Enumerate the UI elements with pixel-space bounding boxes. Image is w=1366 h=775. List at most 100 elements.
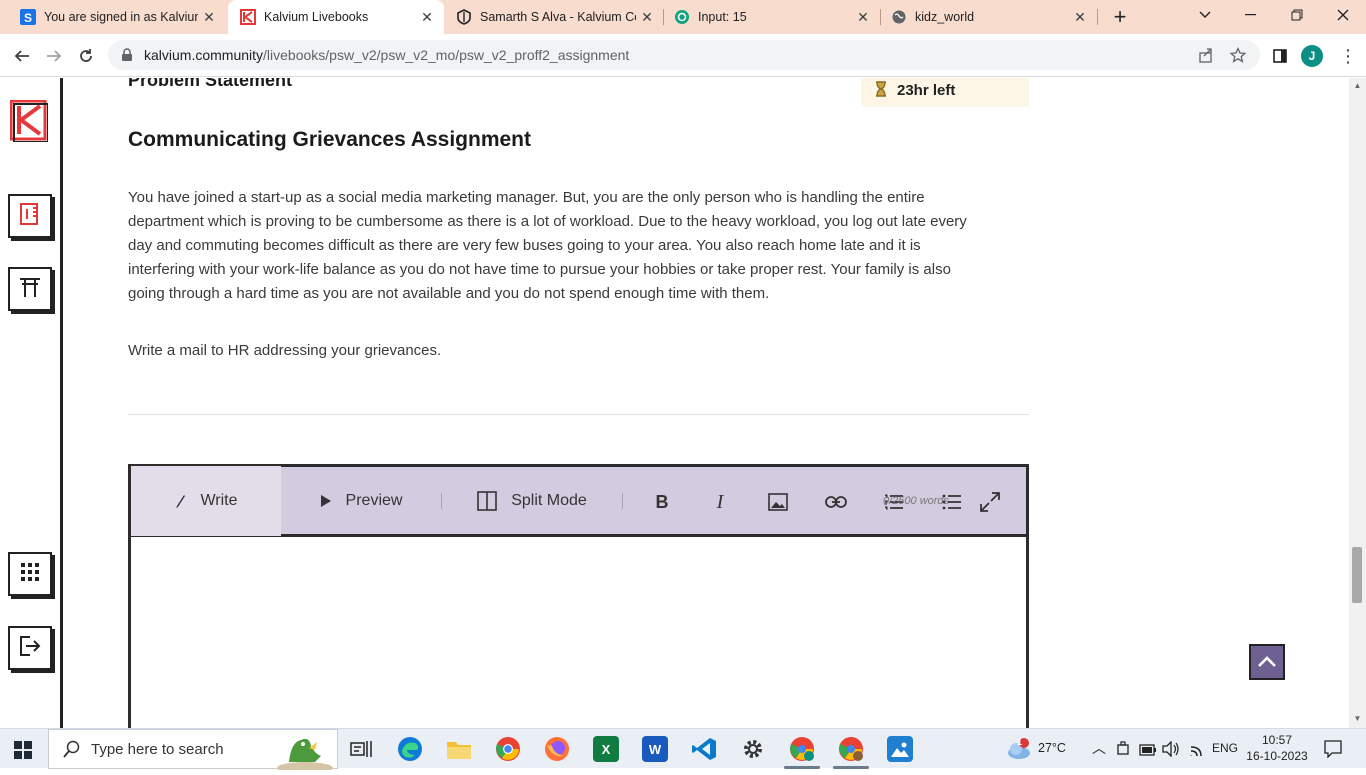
- kalvium-logo-icon: [240, 9, 256, 25]
- chrome-icon[interactable]: [495, 736, 521, 762]
- browser-tab-samarth[interactable]: Samarth S Alva - Kalvium Co ✕: [446, 0, 664, 34]
- taskbar-clock[interactable]: 10:57 16-10-2023: [1244, 732, 1310, 764]
- svg-text:S: S: [24, 11, 32, 25]
- chrome-profile-2-icon[interactable]: [838, 736, 864, 762]
- file-explorer-icon[interactable]: [446, 736, 472, 762]
- link-icon[interactable]: [825, 491, 847, 513]
- vscode-icon[interactable]: [691, 736, 717, 762]
- weather-alert-badge: 1: [1017, 737, 1023, 747]
- logout-icon: [18, 634, 42, 663]
- apps-nav-button[interactable]: [8, 552, 52, 596]
- answer-textarea[interactable]: [131, 540, 1026, 728]
- close-tab-icon[interactable]: ✕: [416, 9, 438, 26]
- markdown-editor: Write Preview Split Mode B I 0/2500 word…: [128, 464, 1029, 728]
- word-count: 0/2500 words: [883, 495, 950, 507]
- share-icon[interactable]: [1198, 47, 1214, 63]
- page-scrollbar[interactable]: ▲ ▼: [1349, 78, 1366, 728]
- gate-nav-button[interactable]: [8, 267, 52, 311]
- browser-tab-signed-in[interactable]: S You are signed in as Kalvium ✕: [0, 0, 226, 34]
- menu-kebab-icon[interactable]: ⋮: [1336, 44, 1360, 68]
- scroll-to-top-button[interactable]: [1249, 644, 1285, 680]
- edge-icon[interactable]: [397, 736, 423, 762]
- assignment-title: Communicating Grievances Assignment: [128, 128, 531, 151]
- image-icon[interactable]: [767, 491, 789, 513]
- windows-start-icon[interactable]: [14, 741, 32, 759]
- browser-tab-strip: S You are signed in as Kalvium ✕ Kalvium…: [0, 0, 1366, 34]
- italic-icon[interactable]: I: [709, 491, 731, 513]
- logout-nav-button[interactable]: [8, 626, 52, 670]
- fullscreen-icon[interactable]: [979, 491, 1001, 513]
- wifi-icon[interactable]: [1189, 743, 1205, 762]
- new-tab-button[interactable]: +: [1108, 4, 1132, 30]
- profile-avatar[interactable]: J: [1301, 45, 1323, 67]
- preview-tab[interactable]: Preview: [281, 466, 441, 536]
- forward-arrow-icon[interactable]: [42, 44, 66, 68]
- volume-icon[interactable]: [1162, 740, 1180, 762]
- battery-icon[interactable]: [1139, 743, 1157, 761]
- scroll-up-arrow[interactable]: ▲: [1349, 81, 1366, 90]
- globe-icon: [891, 9, 907, 25]
- split-mode-label: Split Mode: [511, 491, 587, 509]
- paragraph-line: day and commuting becomes difficult as t…: [128, 237, 921, 254]
- kalvium-logo[interactable]: [9, 99, 49, 143]
- clock-time: 10:57: [1261, 733, 1293, 747]
- notebook-icon: [18, 202, 42, 231]
- settings-gear-icon[interactable]: [740, 736, 766, 762]
- chevron-up-icon[interactable]: ︿: [1092, 738, 1106, 758]
- notification-icon[interactable]: [1324, 740, 1342, 763]
- restore-button[interactable]: [1274, 0, 1320, 30]
- reload-icon[interactable]: [74, 44, 98, 68]
- word-icon[interactable]: W: [642, 736, 668, 762]
- back-arrow-icon[interactable]: [10, 44, 34, 68]
- meet-now-icon[interactable]: [1116, 741, 1130, 762]
- split-columns-icon: [477, 490, 498, 511]
- weather-temperature[interactable]: 27°C: [1038, 741, 1066, 755]
- grid-icon: [19, 561, 41, 588]
- browser-tab-kidz-world[interactable]: kidz_world ✕: [881, 0, 1097, 34]
- search-icon: [63, 740, 81, 758]
- task-view-icon[interactable]: [348, 736, 374, 762]
- scroll-thumb[interactable]: [1352, 547, 1362, 603]
- bookmark-star-icon[interactable]: [1230, 47, 1246, 63]
- chrome-profile-j-icon[interactable]: [789, 736, 815, 762]
- torii-gate-icon: [18, 275, 42, 304]
- browser-tab-input[interactable]: Input: 15 ✕: [664, 0, 880, 34]
- split-mode-tab[interactable]: Split Mode: [442, 466, 622, 536]
- clock-date: 16-10-2023: [1246, 749, 1308, 763]
- language-indicator[interactable]: ENG: [1212, 741, 1238, 755]
- livebook-nav-button[interactable]: [8, 194, 52, 238]
- close-window-button[interactable]: [1320, 0, 1366, 30]
- close-tab-icon[interactable]: ✕: [636, 9, 658, 26]
- unordered-list-icon[interactable]: [941, 491, 963, 513]
- time-left-badge: 23hr left: [861, 78, 1029, 107]
- hourglass-icon: [875, 81, 887, 100]
- tab-title: You are signed in as Kalvium: [44, 10, 198, 24]
- pencil-icon: [174, 494, 186, 508]
- browser-toolbar: kalvium.community/livebooks/psw_v2/psw_v…: [0, 34, 1366, 77]
- chatgpt-icon: [674, 9, 690, 25]
- url-text: kalvium.community/livebooks/psw_v2/psw_v…: [144, 47, 630, 63]
- tab-search-icon[interactable]: [1182, 0, 1228, 30]
- close-tab-icon[interactable]: ✕: [1069, 9, 1091, 26]
- minimize-button[interactable]: [1228, 0, 1274, 30]
- address-bar[interactable]: kalvium.community/livebooks/psw_v2/psw_v…: [108, 40, 1260, 70]
- browser-tab-livebooks[interactable]: Kalvium Livebooks ✕: [228, 0, 444, 34]
- bold-icon[interactable]: B: [651, 491, 673, 513]
- close-tab-icon[interactable]: ✕: [198, 9, 220, 26]
- taskbar-search-box[interactable]: Type here to search: [48, 729, 338, 774]
- windows-taskbar: Type here to search X W 1 27°C ︿ ENG 10:…: [0, 728, 1366, 774]
- dragon-search-highlight-icon: [275, 732, 335, 775]
- photos-app-icon[interactable]: [887, 736, 913, 762]
- paragraph-line: department which is proving to be cumber…: [128, 213, 967, 230]
- close-tab-icon[interactable]: ✕: [852, 9, 874, 26]
- write-tab[interactable]: Write: [131, 465, 281, 536]
- lock-icon[interactable]: [120, 48, 134, 62]
- scroll-down-arrow[interactable]: ▼: [1349, 714, 1366, 723]
- excel-icon[interactable]: X: [593, 736, 619, 762]
- side-panel-icon[interactable]: [1268, 44, 1292, 68]
- paragraph-line: You have joined a start-up as a social m…: [128, 189, 925, 206]
- firefox-icon[interactable]: [544, 736, 570, 762]
- problem-heading: Problem Statement: [128, 78, 293, 90]
- tab-title: Samarth S Alva - Kalvium Co: [480, 10, 636, 24]
- page-content: Problem Statement 23hr left Communicatin…: [0, 78, 1366, 728]
